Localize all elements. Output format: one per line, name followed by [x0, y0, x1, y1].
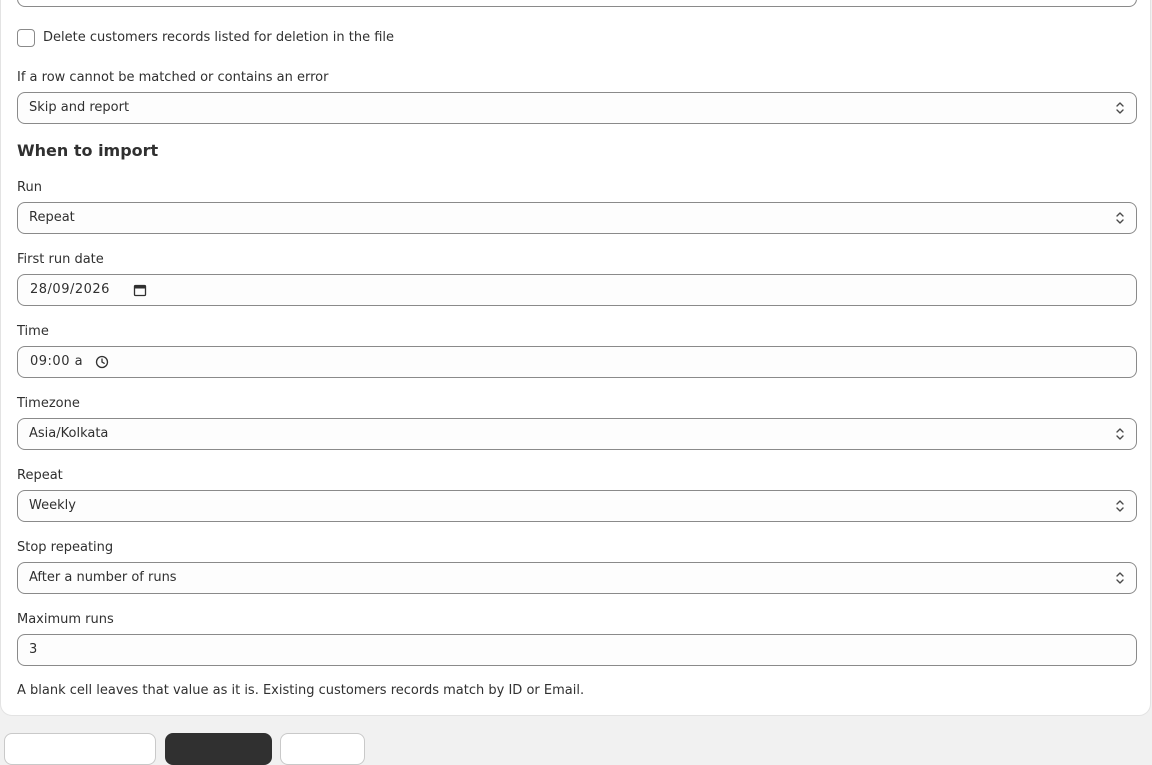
first-run-date-value: 28/09/2026 [30, 282, 110, 297]
maximum-runs-label: Maximum runs [17, 612, 114, 627]
first-run-date-input[interactable]: 28/09/2026 [17, 274, 1137, 306]
primary-button[interactable] [165, 733, 272, 765]
time-input[interactable]: 09:00 a [17, 346, 1137, 378]
run-value: Repeat [29, 210, 75, 225]
calendar-icon[interactable] [133, 283, 147, 297]
maximum-runs-input[interactable]: 3 [17, 634, 1137, 666]
error-handling-value: Skip and report [29, 100, 130, 115]
time-value: 09:00 a [30, 354, 84, 369]
error-handling-select[interactable]: Skip and report [17, 92, 1137, 124]
tertiary-button[interactable] [280, 733, 365, 765]
secondary-button[interactable] [4, 733, 156, 765]
stop-repeating-value: After a number of runs [29, 570, 177, 585]
repeat-label: Repeat [17, 468, 63, 483]
time-label: Time [17, 324, 49, 339]
select-chevron-icon [1116, 212, 1124, 224]
first-run-date-label: First run date [17, 252, 104, 267]
stop-repeating-label: Stop repeating [17, 540, 114, 555]
error-handling-label: If a row cannot be matched or contains a… [17, 70, 329, 85]
run-select[interactable]: Repeat [17, 202, 1137, 234]
select-chevron-icon [1116, 500, 1124, 512]
select-chevron-icon [1116, 102, 1124, 114]
repeat-select[interactable]: Weekly [17, 490, 1137, 522]
run-label: Run [17, 180, 42, 195]
delete-records-checkbox[interactable] [17, 29, 35, 47]
section-title-when-to-import: When to import [17, 141, 159, 160]
stop-repeating-select[interactable]: After a number of runs [17, 562, 1137, 594]
select-chevron-icon [1116, 572, 1124, 584]
matching-help-text: A blank cell leaves that value as it is.… [17, 683, 585, 698]
timezone-select[interactable]: Asia/Kolkata [17, 418, 1137, 450]
clock-icon[interactable] [95, 355, 109, 369]
previous-field-bottom[interactable] [17, 0, 1137, 7]
import-settings-card: Delete customers records listed for dele… [0, 0, 1151, 716]
timezone-label: Timezone [17, 396, 80, 411]
maximum-runs-value: 3 [29, 642, 38, 657]
repeat-value: Weekly [29, 498, 76, 513]
delete-records-label[interactable]: Delete customers records listed for dele… [43, 30, 394, 46]
timezone-value: Asia/Kolkata [29, 426, 109, 441]
select-chevron-icon [1116, 428, 1124, 440]
